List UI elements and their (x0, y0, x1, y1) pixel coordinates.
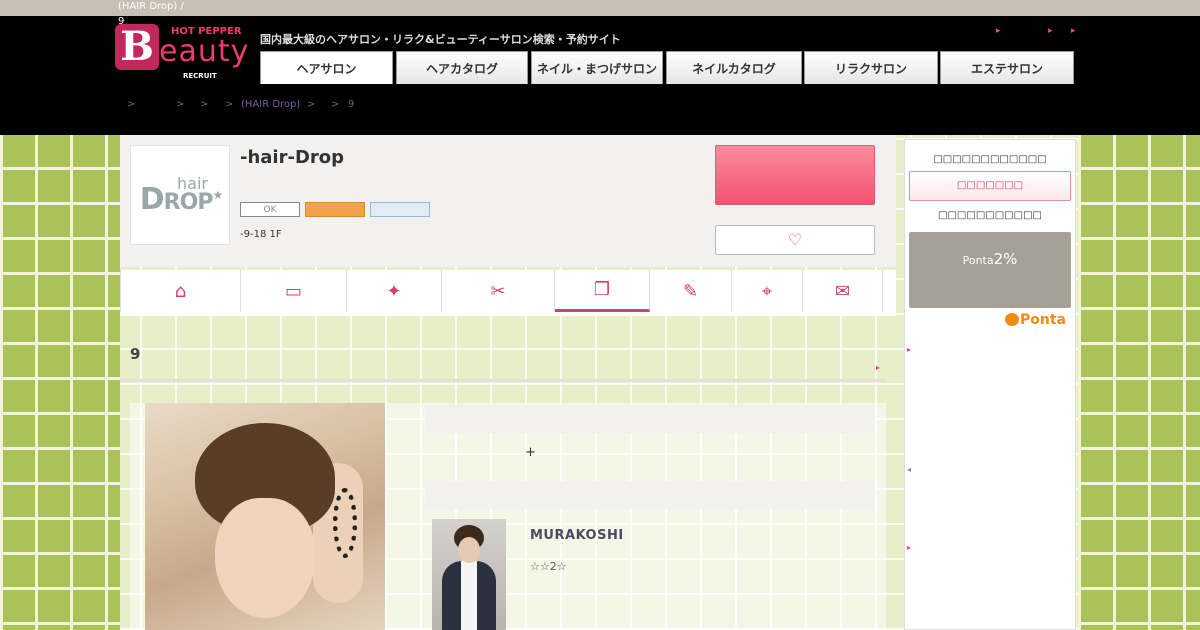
main-content: hair DROP★ -hair-Drop OK -9-18 1F ♡ ⌂ ▭ … (120, 135, 896, 630)
ponta-prefix: Ponta (962, 254, 994, 267)
right-sidebar: □□□□□□□□□□□□ □□□□□□□ □□□□□□□□□□□ Ponta2%… (904, 139, 1076, 630)
tab-esthetic-salon[interactable]: エステサロン (940, 51, 1074, 84)
section-arrow-icon[interactable]: ▸ (876, 363, 880, 372)
catalog-icon: ❐ (593, 279, 611, 300)
sparkle-icon: ✦ (386, 280, 402, 302)
stylist-name[interactable]: MURAKOSHI (530, 528, 624, 543)
nav-reviews[interactable]: ✉ (803, 270, 883, 312)
nav-catalog[interactable]: ❐ (555, 270, 650, 312)
chat-icon: ✉ (834, 280, 851, 302)
header-link-arrow-icon[interactable]: ▸ (1071, 26, 1076, 36)
top-num: 9 (118, 16, 125, 27)
salon-logo[interactable]: hair DROP★ (130, 145, 230, 245)
breadcrumb-sep: > (200, 99, 209, 110)
logo-b: B (115, 24, 159, 70)
site-tagline: 国内最大級のヘアサロン・リラク&ビューティーサロン検索・予約サイト (260, 33, 621, 46)
ponta-banner[interactable]: Ponta2% (909, 232, 1071, 308)
breadcrumb-sep: > (225, 99, 234, 110)
tab-relax-salon[interactable]: リラクサロン (804, 51, 938, 84)
breadcrumb-current: 9 (348, 99, 355, 110)
salon-header: hair DROP★ -hair-Drop OK -9-18 1F ♡ (120, 135, 896, 267)
scissors-icon: ✂ (490, 280, 506, 302)
salon-icon-nav: ⌂ ▭ ✦ ✂ ❐ ✎ ⌖ ✉ (120, 270, 896, 316)
background-tiles-right (1078, 135, 1200, 630)
home-icon: ⌂ (174, 280, 187, 302)
breadcrumb-sep: > (176, 99, 185, 110)
status-badge-blue (370, 202, 430, 217)
logo-recruit: RECRUIT (183, 72, 217, 80)
coupon-icon: ▭ (284, 280, 302, 302)
section-title: 9 (130, 345, 141, 363)
status-badge-orange (305, 202, 365, 217)
salon-address: -9-18 1F (240, 229, 282, 240)
reserve-button[interactable] (715, 145, 875, 205)
nav-home[interactable]: ⌂ (120, 270, 241, 312)
salon-logo-drop: DROP★ (131, 182, 231, 217)
breadcrumb-salon-link[interactable]: (HAIR Drop) (241, 99, 300, 110)
heart-icon: ♡ (787, 230, 803, 249)
style-photo[interactable] (145, 403, 385, 630)
ponta-mascot-icon (1005, 313, 1019, 326)
stylist-rating: ☆☆2☆ (530, 560, 567, 573)
stylist-header-bar (425, 481, 875, 509)
favorite-button[interactable]: ♡ (715, 225, 875, 255)
stylist-photo[interactable] (432, 519, 506, 630)
salon-name: -hair-Drop (240, 147, 345, 168)
sidebar-heading: □□□□□□□□□□□□ (933, 154, 1047, 165)
ponta-banner-text: Ponta2% (909, 250, 1071, 268)
status-badge-ok: OK (240, 202, 300, 217)
stylist-photo-shirt (461, 561, 477, 630)
photo-face (215, 498, 315, 618)
tab-hair-catalog[interactable]: ヘアカタログ (396, 51, 528, 84)
nav-stylists[interactable]: ✂ (442, 270, 555, 312)
nav-map[interactable]: ⌖ (732, 270, 803, 312)
salon-logo-drop-d: D (139, 182, 165, 217)
stylist-photo-face (458, 537, 480, 563)
ponta-logo-text: Ponta (1020, 312, 1066, 328)
sidebar-subheading: □□□□□□□□□□□ (938, 210, 1042, 221)
background-tiles-left (0, 135, 120, 630)
map-pin-icon: ⌖ (761, 280, 773, 302)
header-link-arrow-icon[interactable]: ▸ (996, 26, 1001, 36)
sidebar-button[interactable]: □□□□□□□ (909, 171, 1071, 201)
plus-text: + (525, 445, 536, 460)
nav-coupon[interactable]: ▭ (241, 270, 347, 312)
photo-bracelet (333, 488, 357, 558)
nav-features[interactable]: ✦ (347, 270, 442, 312)
section-divider (120, 379, 886, 382)
breadcrumb: > > > > (HAIR Drop) > > 9 (0, 86, 1200, 135)
breadcrumb-sep: > (307, 99, 316, 110)
sidebar-arrow-icon[interactable]: ▸ (907, 543, 911, 552)
ponta-rate: 2% (993, 250, 1018, 268)
top-crumb[interactable]: (HAIR Drop) / (118, 1, 184, 12)
top-strip: (HAIR Drop) / 9 (0, 0, 1200, 27)
info-header-bar (425, 405, 875, 433)
logo-eauty: eauty (159, 34, 250, 69)
site-header: B HOT PEPPER eauty RECRUIT 国内最大級のヘアサロン・リ… (0, 16, 1200, 86)
pencil-icon: ✎ (682, 280, 699, 302)
tab-hair-salon[interactable]: ヘアサロン (260, 51, 393, 84)
breadcrumb-sep: > (127, 99, 136, 110)
tab-nail-eyelash-salon[interactable]: ネイル・まつげサロン (531, 51, 663, 84)
hot-pepper-beauty-logo[interactable]: B HOT PEPPER eauty RECRUIT (115, 22, 250, 84)
ponta-logo: Ponta (1005, 312, 1066, 328)
salon-logo-star-icon: ★ (212, 188, 223, 202)
sidebar-arrow-left-icon[interactable]: ◂ (907, 465, 911, 474)
breadcrumb-sep: > (331, 99, 340, 110)
sidebar-arrow-icon[interactable]: ▸ (907, 345, 911, 354)
header-link-arrow-icon[interactable]: ▸ (1048, 26, 1053, 36)
nav-blog[interactable]: ✎ (650, 270, 732, 312)
salon-logo-drop-rest: ROP (163, 190, 214, 215)
tab-nail-catalog[interactable]: ネイルカタログ (666, 51, 802, 84)
